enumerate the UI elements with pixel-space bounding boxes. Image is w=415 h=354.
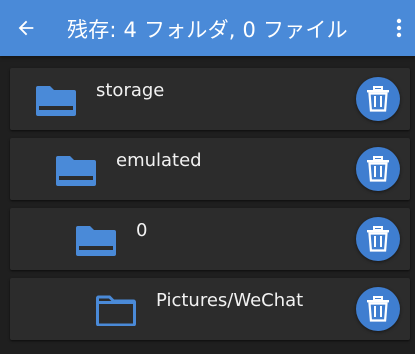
list-item[interactable]: storage: [10, 68, 410, 130]
trash-icon: [367, 296, 389, 322]
folder-icon: [56, 156, 96, 186]
back-button[interactable]: [10, 12, 42, 44]
folder-name: emulated: [116, 150, 202, 171]
more-vertical-icon: [396, 18, 402, 38]
trash-icon: [367, 86, 389, 112]
folder-name: storage: [96, 80, 165, 101]
page-title: 残存: 4 フォルダ, 0 ファイル: [67, 18, 348, 42]
app-bar: 残存: 4 フォルダ, 0 ファイル: [0, 0, 415, 56]
list-item[interactable]: Pictures/WeChat: [10, 278, 410, 340]
trash-icon: [367, 226, 389, 252]
delete-button[interactable]: [356, 147, 400, 191]
trash-icon: [367, 156, 389, 182]
folder-icon: [76, 226, 116, 256]
delete-button[interactable]: [356, 77, 400, 121]
list-item[interactable]: emulated: [10, 138, 410, 200]
delete-button[interactable]: [356, 287, 400, 331]
folder-open-icon: [96, 295, 136, 326]
overflow-menu-button[interactable]: [387, 12, 411, 44]
folder-name: Pictures/WeChat: [156, 290, 304, 311]
list-item[interactable]: 0: [10, 208, 410, 270]
delete-button[interactable]: [356, 217, 400, 261]
arrow-left-icon: [18, 20, 34, 36]
folder-name: 0: [136, 220, 148, 241]
folder-icon: [36, 86, 76, 116]
